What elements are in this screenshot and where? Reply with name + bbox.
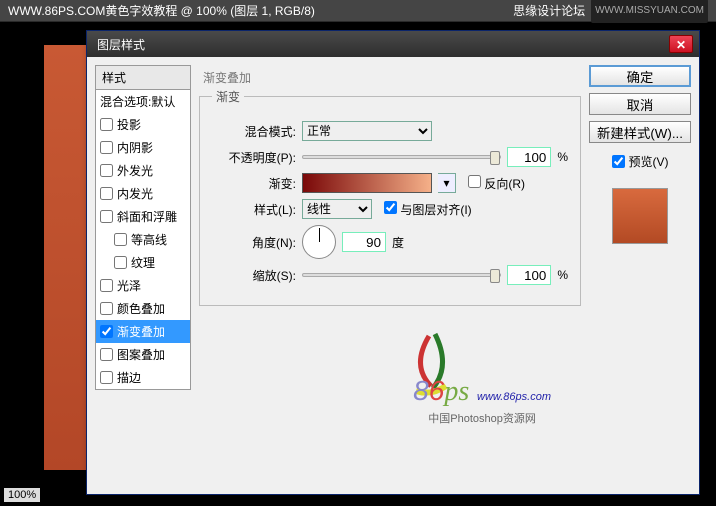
style-checkbox[interactable] xyxy=(100,164,113,177)
angle-dial[interactable] xyxy=(302,225,336,259)
forum-name: 思缘设计论坛 xyxy=(513,0,585,22)
scale-input[interactable] xyxy=(507,265,551,285)
canvas-preview xyxy=(44,45,92,470)
cancel-button[interactable]: 取消 xyxy=(589,93,691,115)
dialog-title-bar[interactable]: 图层样式 ✕ xyxy=(87,31,699,57)
style-checkbox[interactable] xyxy=(100,187,113,200)
gradient-label: 渐变: xyxy=(212,175,296,192)
style-label: 纹理 xyxy=(131,254,155,271)
angle-input[interactable] xyxy=(342,232,386,252)
style-select[interactable]: 线性 xyxy=(302,199,372,219)
style-checkbox[interactable] xyxy=(100,325,113,338)
styles-header[interactable]: 样式 xyxy=(95,65,191,90)
style-checkbox[interactable] xyxy=(100,210,113,223)
group-legend: 渐变 xyxy=(212,88,244,105)
style-item-渐变叠加[interactable]: 渐变叠加 xyxy=(96,320,190,343)
percent-label: % xyxy=(557,150,568,164)
blend-mode-select[interactable]: 正常 xyxy=(302,121,432,141)
style-checkbox[interactable] xyxy=(114,233,127,246)
style-label: 样式(L): xyxy=(212,201,296,218)
panel-title: 渐变叠加 xyxy=(203,69,581,86)
style-item-等高线[interactable]: 等高线 xyxy=(96,228,190,251)
angle-label: 角度(N): xyxy=(212,234,296,251)
watermark-swirl-icon xyxy=(401,326,461,396)
reverse-checkbox[interactable]: 反向(R) xyxy=(468,175,525,192)
zoom-status: 100% xyxy=(4,488,40,502)
style-checkbox[interactable] xyxy=(100,118,113,131)
style-checkbox[interactable] xyxy=(100,141,113,154)
dialog-title: 图层样式 xyxy=(93,36,669,53)
blend-mode-label: 混合模式: xyxy=(212,123,296,140)
style-item-投影[interactable]: 投影 xyxy=(96,113,190,136)
style-item-斜面和浮雕[interactable]: 斜面和浮雕 xyxy=(96,205,190,228)
preview-swatch xyxy=(612,188,668,244)
style-label: 渐变叠加 xyxy=(117,323,165,340)
new-style-button[interactable]: 新建样式(W)... xyxy=(589,121,691,143)
style-item-外发光[interactable]: 外发光 xyxy=(96,159,190,182)
style-label: 投影 xyxy=(117,116,141,133)
style-checkbox[interactable] xyxy=(100,371,113,384)
gradient-swatch[interactable] xyxy=(302,173,432,193)
style-label: 外发光 xyxy=(117,162,153,179)
percent-label-2: % xyxy=(557,268,568,282)
style-label: 内阴影 xyxy=(117,139,153,156)
ok-button[interactable]: 确定 xyxy=(589,65,691,87)
document-title: WWW.86PS.COM黄色字效教程 @ 100% (图层 1, RGB/8) xyxy=(8,0,315,21)
gradient-group: 渐变 混合模式: 正常 不透明度(P): % 渐变: ▾ 反向(R) xyxy=(199,88,581,306)
button-column: 确定 取消 新建样式(W)... 预览(V) xyxy=(589,65,691,486)
preview-checkbox[interactable]: 预览(V) xyxy=(589,153,691,170)
scale-label: 缩放(S): xyxy=(212,267,296,284)
style-item-内阴影[interactable]: 内阴影 xyxy=(96,136,190,159)
style-item-描边[interactable]: 描边 xyxy=(96,366,190,389)
layer-style-dialog: 图层样式 ✕ 样式 混合选项:默认 投影内阴影外发光内发光斜面和浮雕等高线纹理光… xyxy=(86,30,700,495)
style-item-光泽[interactable]: 光泽 xyxy=(96,274,190,297)
settings-panel: 渐变叠加 渐变 混合模式: 正常 不透明度(P): % 渐变: ▾ xyxy=(199,65,581,486)
app-title-bar: WWW.86PS.COM黄色字效教程 @ 100% (图层 1, RGB/8) … xyxy=(0,0,716,22)
style-checkbox[interactable] xyxy=(100,302,113,315)
style-label: 斜面和浮雕 xyxy=(117,208,177,225)
style-item-图案叠加[interactable]: 图案叠加 xyxy=(96,343,190,366)
style-item-颜色叠加[interactable]: 颜色叠加 xyxy=(96,297,190,320)
style-label: 描边 xyxy=(117,369,141,386)
style-checkbox[interactable] xyxy=(100,348,113,361)
style-label: 图案叠加 xyxy=(117,346,165,363)
opacity-label: 不透明度(P): xyxy=(212,149,296,166)
opacity-input[interactable] xyxy=(507,147,551,167)
style-checkbox[interactable] xyxy=(100,279,113,292)
style-checkbox[interactable] xyxy=(114,256,127,269)
style-item-纹理[interactable]: 纹理 xyxy=(96,251,190,274)
style-label: 颜色叠加 xyxy=(117,300,165,317)
style-label: 等高线 xyxy=(131,231,167,248)
align-checkbox[interactable]: 与图层对齐(I) xyxy=(384,201,472,218)
degree-label: 度 xyxy=(392,234,404,251)
site-tag: WWW.MISSYUAN.COM xyxy=(591,0,708,23)
close-button[interactable]: ✕ xyxy=(669,35,693,53)
style-label: 内发光 xyxy=(117,185,153,202)
gradient-dropdown-icon[interactable]: ▾ xyxy=(438,173,456,193)
opacity-slider[interactable] xyxy=(302,155,501,159)
blend-defaults-item[interactable]: 混合选项:默认 xyxy=(96,90,190,113)
scale-slider[interactable] xyxy=(302,273,501,277)
styles-list: 混合选项:默认 投影内阴影外发光内发光斜面和浮雕等高线纹理光泽颜色叠加渐变叠加图… xyxy=(95,90,191,390)
style-label: 光泽 xyxy=(117,277,141,294)
styles-column: 样式 混合选项:默认 投影内阴影外发光内发光斜面和浮雕等高线纹理光泽颜色叠加渐变… xyxy=(95,65,191,486)
style-item-内发光[interactable]: 内发光 xyxy=(96,182,190,205)
